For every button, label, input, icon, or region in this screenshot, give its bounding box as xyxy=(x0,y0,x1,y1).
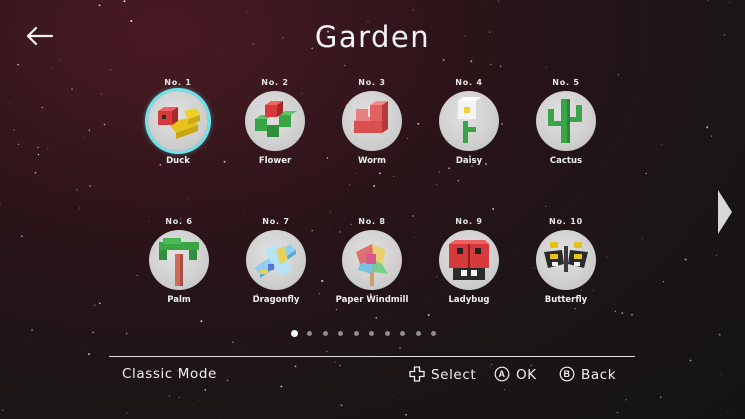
ladybug-icon xyxy=(439,230,499,290)
select-label: Select xyxy=(431,367,477,383)
puzzle-item-worm[interactable]: No. 3 Worm xyxy=(322,77,422,187)
back-label: Back xyxy=(581,367,617,383)
puzzle-item-duck[interactable]: No. 1 Duck xyxy=(128,77,228,187)
flower-icon xyxy=(245,91,305,151)
item-label: Paper Windmill xyxy=(335,295,409,305)
ok-label: OK xyxy=(516,367,537,383)
daisy-icon xyxy=(439,91,499,151)
puzzle-item-cactus[interactable]: No. 5 Cactus xyxy=(516,77,616,187)
item-number: No. 8 xyxy=(358,217,386,226)
item-label: Duck xyxy=(166,156,190,166)
puzzle-item-paper-windmill[interactable]: No. 8 Paper Windmill xyxy=(322,216,422,326)
page-dot xyxy=(322,331,328,336)
item-number: No. 5 xyxy=(552,78,580,87)
dpad-icon xyxy=(409,366,425,382)
page-dot xyxy=(384,331,390,336)
a-button-icon: A xyxy=(494,366,510,382)
puzzle-item-dragonfly[interactable]: No. 7 Dragonfly xyxy=(226,216,326,326)
puzzle-item-butterfly[interactable]: No. 10 Butterfly xyxy=(516,216,616,326)
item-label: Palm xyxy=(167,295,191,305)
item-number: No. 7 xyxy=(262,217,290,226)
item-number: No. 1 xyxy=(164,78,192,87)
page-dot xyxy=(291,330,298,337)
item-number: No. 10 xyxy=(549,217,583,226)
ok-hint: A OK xyxy=(494,366,537,383)
page-dot xyxy=(431,331,436,336)
page-dot xyxy=(415,331,421,336)
next-page-arrow-icon[interactable] xyxy=(715,188,735,236)
cactus-icon xyxy=(536,91,596,151)
back-hint: B Back xyxy=(559,366,616,383)
game-mode-label: Classic Mode xyxy=(122,366,217,382)
page-dot xyxy=(369,331,374,336)
palm-icon xyxy=(149,230,209,290)
item-number: No. 2 xyxy=(261,78,289,87)
dragonfly-icon xyxy=(246,230,306,290)
puzzle-item-daisy[interactable]: No. 4 Daisy xyxy=(419,77,519,187)
duck-icon xyxy=(148,91,208,151)
page-title: Garden xyxy=(314,20,431,54)
puzzle-item-flower[interactable]: No. 2 Flower xyxy=(225,77,325,187)
page-dot xyxy=(338,331,343,336)
item-label: Butterfly xyxy=(544,295,588,305)
footer-divider xyxy=(109,356,635,357)
item-label: Daisy xyxy=(455,156,483,166)
item-label: Flower xyxy=(258,156,292,166)
select-hint: Select xyxy=(409,366,476,383)
puzzle-item-ladybug[interactable]: No. 9 Ladybug xyxy=(419,216,519,326)
item-number: No. 9 xyxy=(455,217,483,226)
page-dot xyxy=(353,331,359,336)
b-button-icon: B xyxy=(559,366,575,382)
item-number: No. 4 xyxy=(455,78,483,87)
page-dot xyxy=(400,331,405,336)
butterfly-icon xyxy=(536,230,596,290)
item-label: Ladybug xyxy=(448,295,490,305)
windmill-icon xyxy=(342,230,402,290)
item-label: Dragonfly xyxy=(252,295,300,305)
item-number: No. 3 xyxy=(358,78,386,87)
item-label: Worm xyxy=(358,156,386,166)
worm-icon xyxy=(342,91,402,151)
item-number: No. 6 xyxy=(165,217,193,226)
a-button-letter: A xyxy=(498,369,505,379)
puzzle-item-palm[interactable]: No. 6 Palm xyxy=(129,216,229,326)
item-label: Cactus xyxy=(549,156,583,166)
page-dot xyxy=(307,331,312,336)
b-button-letter: B xyxy=(563,369,570,379)
